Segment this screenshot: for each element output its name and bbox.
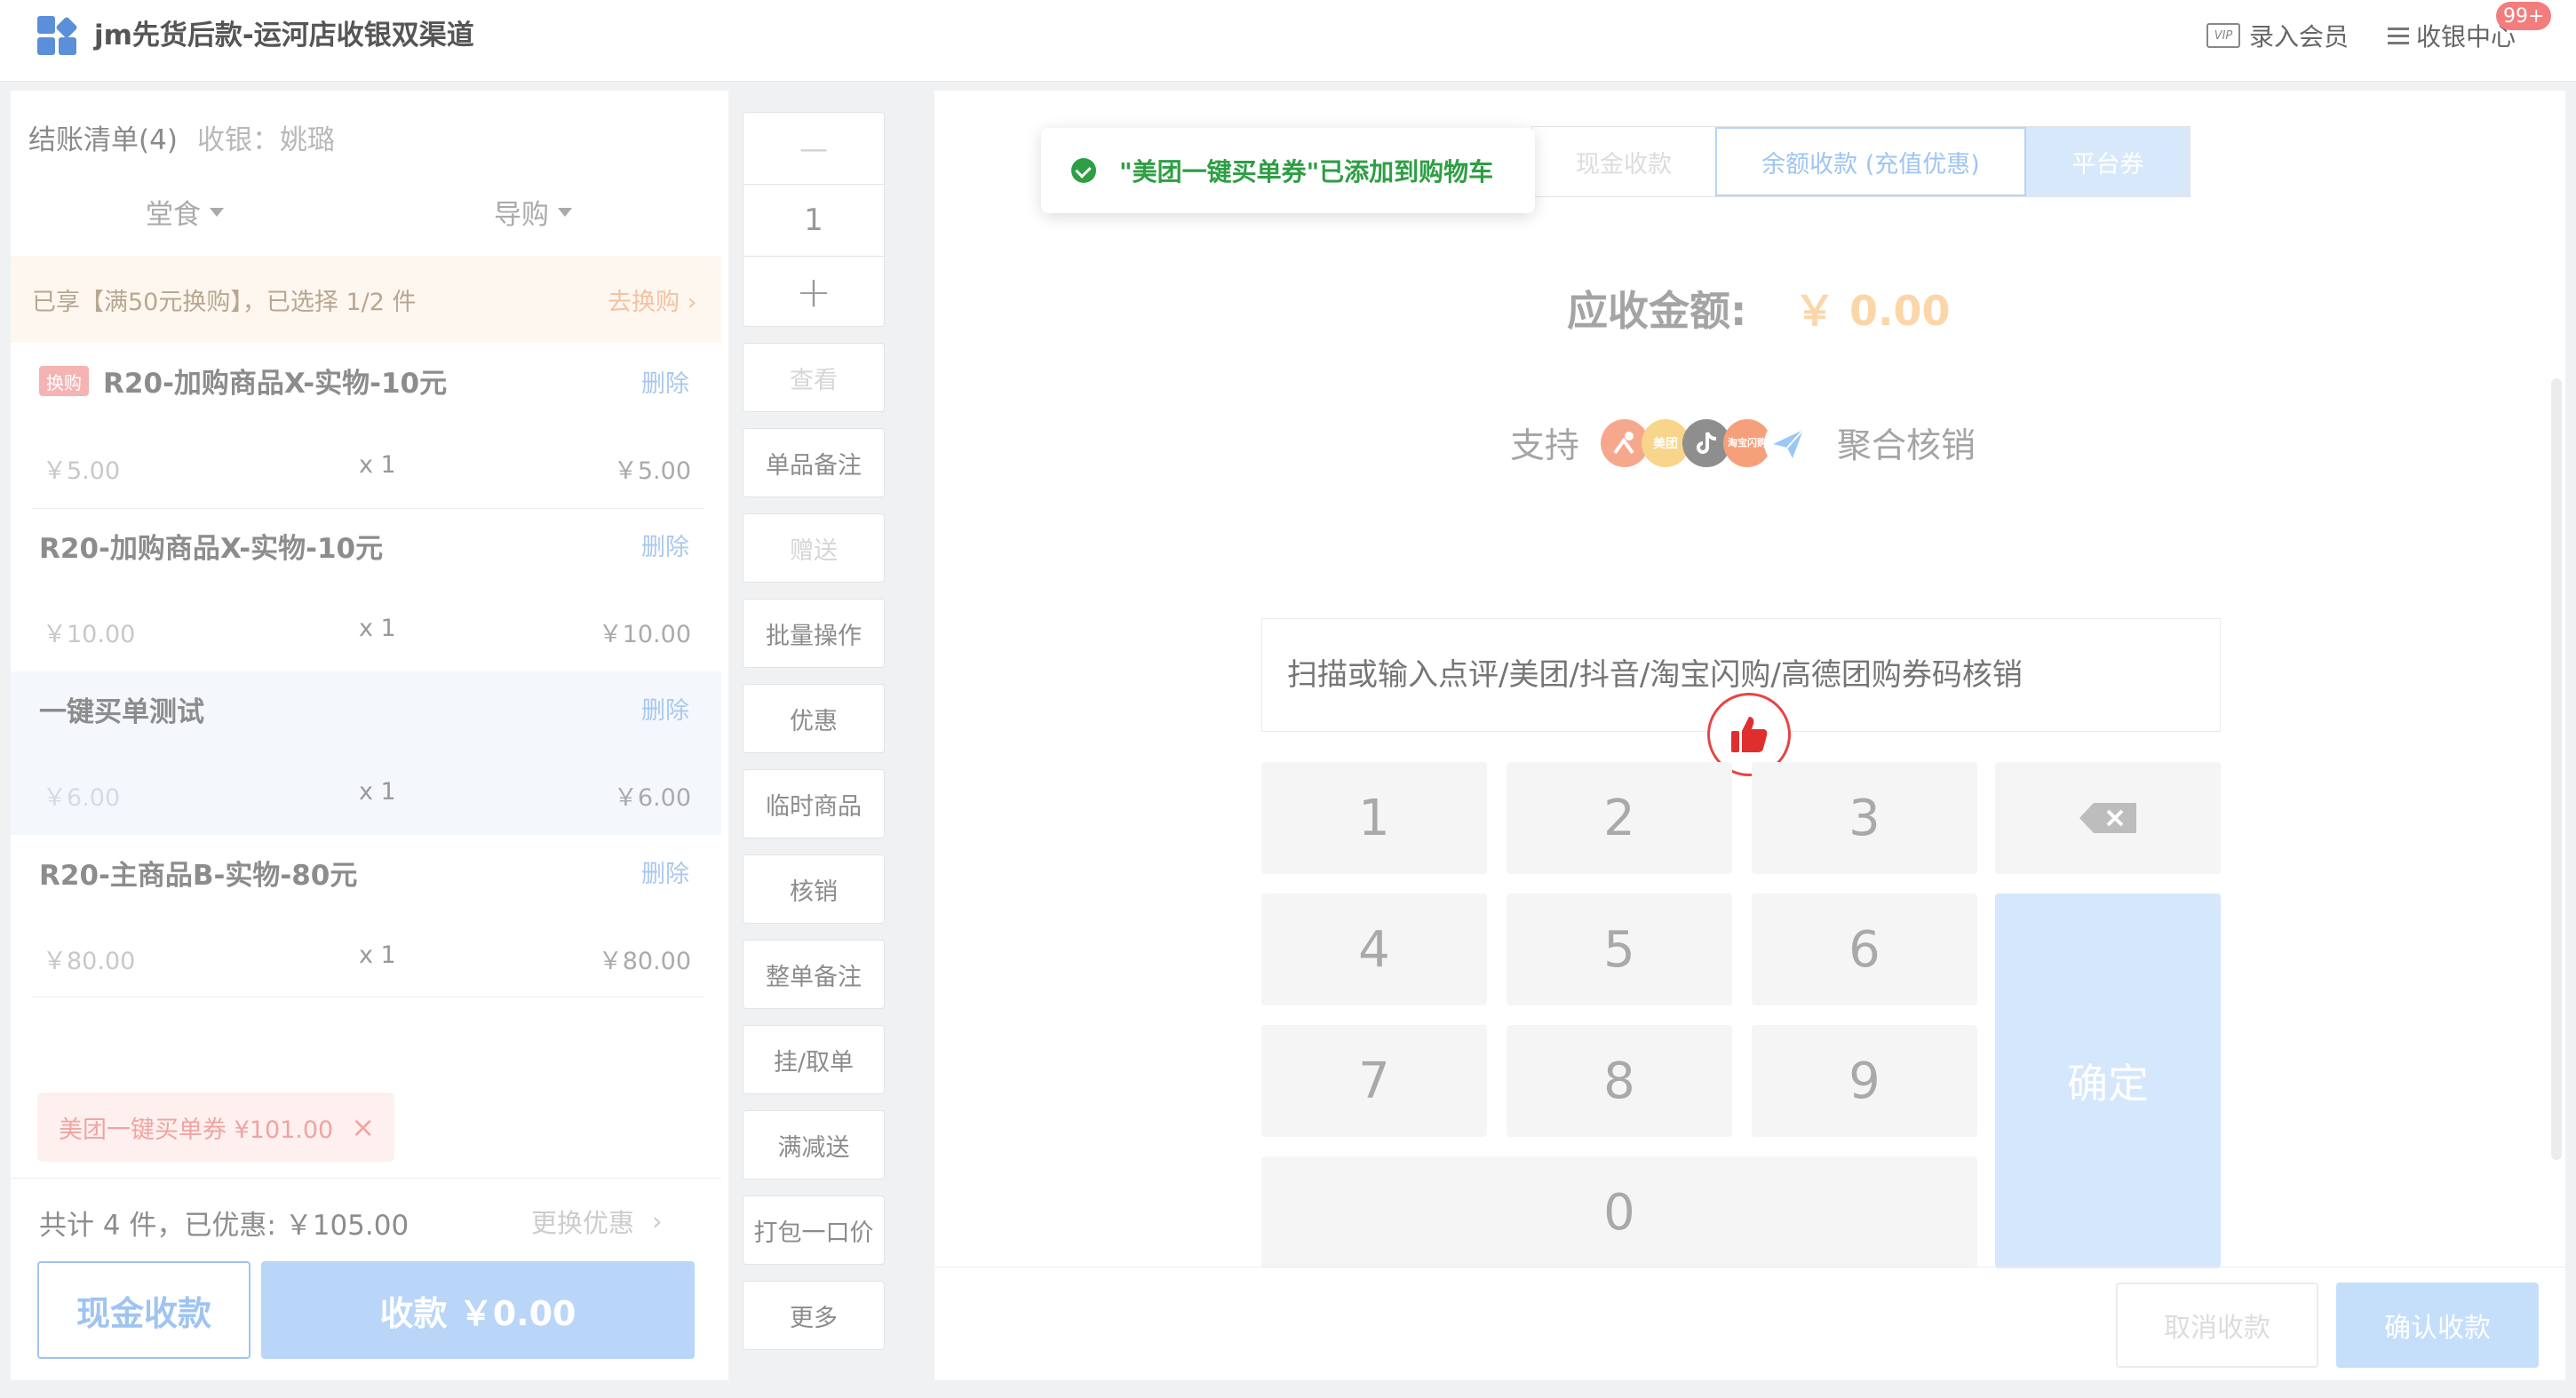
item-unit-price: ￥5.00 — [43, 457, 121, 485]
delete-item-button[interactable]: 删除 — [641, 854, 689, 889]
notification-badge: 99+ — [2496, 2, 2552, 30]
guide-value: 导购 — [494, 199, 549, 231]
decrease-button[interactable]: — — [743, 113, 884, 184]
divider — [11, 1178, 721, 1179]
support-prefix: 支持 — [1510, 426, 1580, 466]
delete-item-button[interactable]: 删除 — [641, 691, 689, 726]
item-unit-price: ￥10.00 — [43, 621, 136, 648]
change-discount-link[interactable]: 更换优惠 › — [531, 1203, 663, 1240]
item-quantity: x 1 — [359, 778, 396, 806]
promo-text: 已享【满50元换购】，已选择 1/2 件 — [32, 289, 417, 316]
dining-type-dropdown[interactable]: 堂食 — [146, 192, 224, 232]
scrollbar[interactable] — [2551, 378, 2562, 1160]
caret-down-icon — [558, 207, 572, 217]
change-discount-label: 更换优惠 — [531, 1208, 635, 1238]
item-name: R20-主商品B-实物-80元 — [39, 860, 358, 892]
cancel-payment-button[interactable]: 取消收款 — [2116, 1283, 2318, 1368]
go-exchange-label: 去换购 — [608, 289, 680, 316]
temp-item-button[interactable]: 临时商品 — [743, 769, 885, 838]
item-total: ￥80.00 — [598, 948, 691, 975]
item-total: ￥5.00 — [613, 457, 691, 485]
dining-type-value: 堂食 — [146, 199, 201, 231]
quantity-stepper: — 1 + — [743, 112, 885, 327]
coupon-chip: 美团一键买单券 ¥101.00 × — [37, 1092, 394, 1162]
enter-member-button[interactable]: VIP 录入会员 — [2206, 20, 2349, 52]
bundle-price-button[interactable]: 打包一口价 — [743, 1195, 885, 1265]
item-name: R20-加购商品X-实物-10元 — [103, 368, 448, 400]
payment-tabs: 现金收款 余额收款 (充值优惠) 平台券 — [1531, 126, 2190, 197]
delete-item-button[interactable]: 删除 — [641, 364, 689, 399]
collect-payment-button[interactable]: 收款 ￥0.00 — [261, 1261, 695, 1359]
hold-order-button[interactable]: 挂/取单 — [743, 1025, 885, 1094]
toast-message: "美团一键买单券"已添加到购物车 — [1119, 157, 1494, 187]
keypad-6[interactable]: 6 — [1752, 894, 1977, 1005]
keypad-7[interactable]: 7 — [1261, 1025, 1487, 1137]
check-circle-icon — [1071, 158, 1096, 183]
app-grid-icon — [36, 14, 80, 57]
backspace-key[interactable] — [1995, 762, 2221, 874]
order-note-button[interactable]: 整单备注 — [743, 940, 885, 1009]
item-quantity: x 1 — [359, 941, 396, 969]
close-icon[interactable]: × — [351, 1110, 375, 1144]
backspace-icon — [2079, 803, 2136, 833]
keypad-5[interactable]: 5 — [1507, 894, 1732, 1005]
chevron-right-icon: › — [652, 1206, 663, 1236]
guide-dropdown[interactable]: 导购 — [494, 192, 572, 232]
keypad-0[interactable]: 0 — [1261, 1156, 1977, 1268]
confirm-payment-button[interactable]: 确认收款 — [2336, 1283, 2539, 1368]
keypad-9[interactable]: 9 — [1752, 1025, 1977, 1137]
platform-logos: 美团 淘宝闪购 — [1601, 419, 1813, 467]
item-name: R20-加购商品X-实物-10元 — [39, 533, 384, 565]
discount-button[interactable]: 优惠 — [743, 684, 885, 753]
menu-icon — [2388, 26, 2409, 45]
gift-button[interactable]: 赠送 — [743, 513, 885, 583]
go-exchange-link[interactable]: 去换购 › — [608, 282, 696, 317]
keypad-3[interactable]: 3 — [1752, 762, 1977, 874]
item-unit-price: ￥6.00 — [43, 784, 121, 812]
cashier-name: 收银：姚璐 — [197, 124, 335, 156]
exchange-tag: 换购 — [39, 366, 89, 396]
support-row: 支持 美团 淘宝闪购 聚合核销 — [1510, 412, 1976, 474]
amap-icon — [1764, 419, 1813, 467]
keypad-confirm[interactable]: 确定 — [1995, 894, 2221, 1268]
coupon-label: 美团一键买单券 ¥101.00 — [59, 1116, 334, 1144]
toast-notification: "美团一键买单券"已添加到购物车 — [1041, 128, 1535, 213]
amount-due-value: ￥ 0.00 — [1794, 287, 1951, 335]
item-name: 一键买单测试 — [39, 696, 204, 728]
vip-icon: VIP — [2206, 23, 2240, 48]
item-unit-price: ￥80.00 — [43, 948, 136, 975]
keypad-4[interactable]: 4 — [1261, 894, 1487, 1005]
item-total: ￥10.00 — [598, 621, 691, 648]
chevron-right-icon: › — [680, 289, 697, 316]
full-reduction-button[interactable]: 满减送 — [743, 1110, 885, 1180]
item-quantity: x 1 — [359, 451, 396, 479]
more-button[interactable]: 更多 — [743, 1281, 885, 1350]
cash-payment-button[interactable]: 现金收款 — [37, 1261, 250, 1359]
keypad-1[interactable]: 1 — [1261, 762, 1487, 874]
order-title: 结账清单(4) — [28, 124, 178, 156]
app-title: jm先货后款-运河店收银双渠道 — [94, 20, 474, 52]
increase-button[interactable]: + — [743, 257, 884, 328]
amount-due-label: 应收金额: — [1567, 287, 1747, 335]
verify-button[interactable]: 核销 — [743, 854, 885, 924]
quantity-value[interactable]: 1 — [743, 185, 884, 256]
divider — [32, 508, 704, 509]
item-quantity: x 1 — [359, 615, 396, 642]
cashier-center-button[interactable]: 收银中心 — [2388, 20, 2516, 52]
keypad-8[interactable]: 8 — [1507, 1025, 1732, 1137]
tab-cash[interactable]: 现金收款 — [1532, 127, 1715, 196]
keypad-2[interactable]: 2 — [1507, 762, 1732, 874]
enter-member-label: 录入会员 — [2249, 22, 2349, 52]
tab-balance[interactable]: 余额收款 (充值优惠) — [1715, 127, 2026, 196]
item-total: ￥6.00 — [613, 784, 691, 812]
caret-down-icon — [210, 207, 224, 217]
support-suffix: 聚合核销 — [1837, 426, 1976, 466]
order-summary: 共计 4 件，已优惠: ￥105.00 — [39, 1210, 409, 1242]
view-button[interactable]: 查看 — [743, 343, 885, 412]
batch-operation-button[interactable]: 批量操作 — [743, 599, 885, 668]
tab-platform-coupon[interactable]: 平台券 — [2026, 127, 2190, 196]
delete-item-button[interactable]: 删除 — [641, 528, 689, 562]
item-note-button[interactable]: 单品备注 — [743, 428, 885, 497]
